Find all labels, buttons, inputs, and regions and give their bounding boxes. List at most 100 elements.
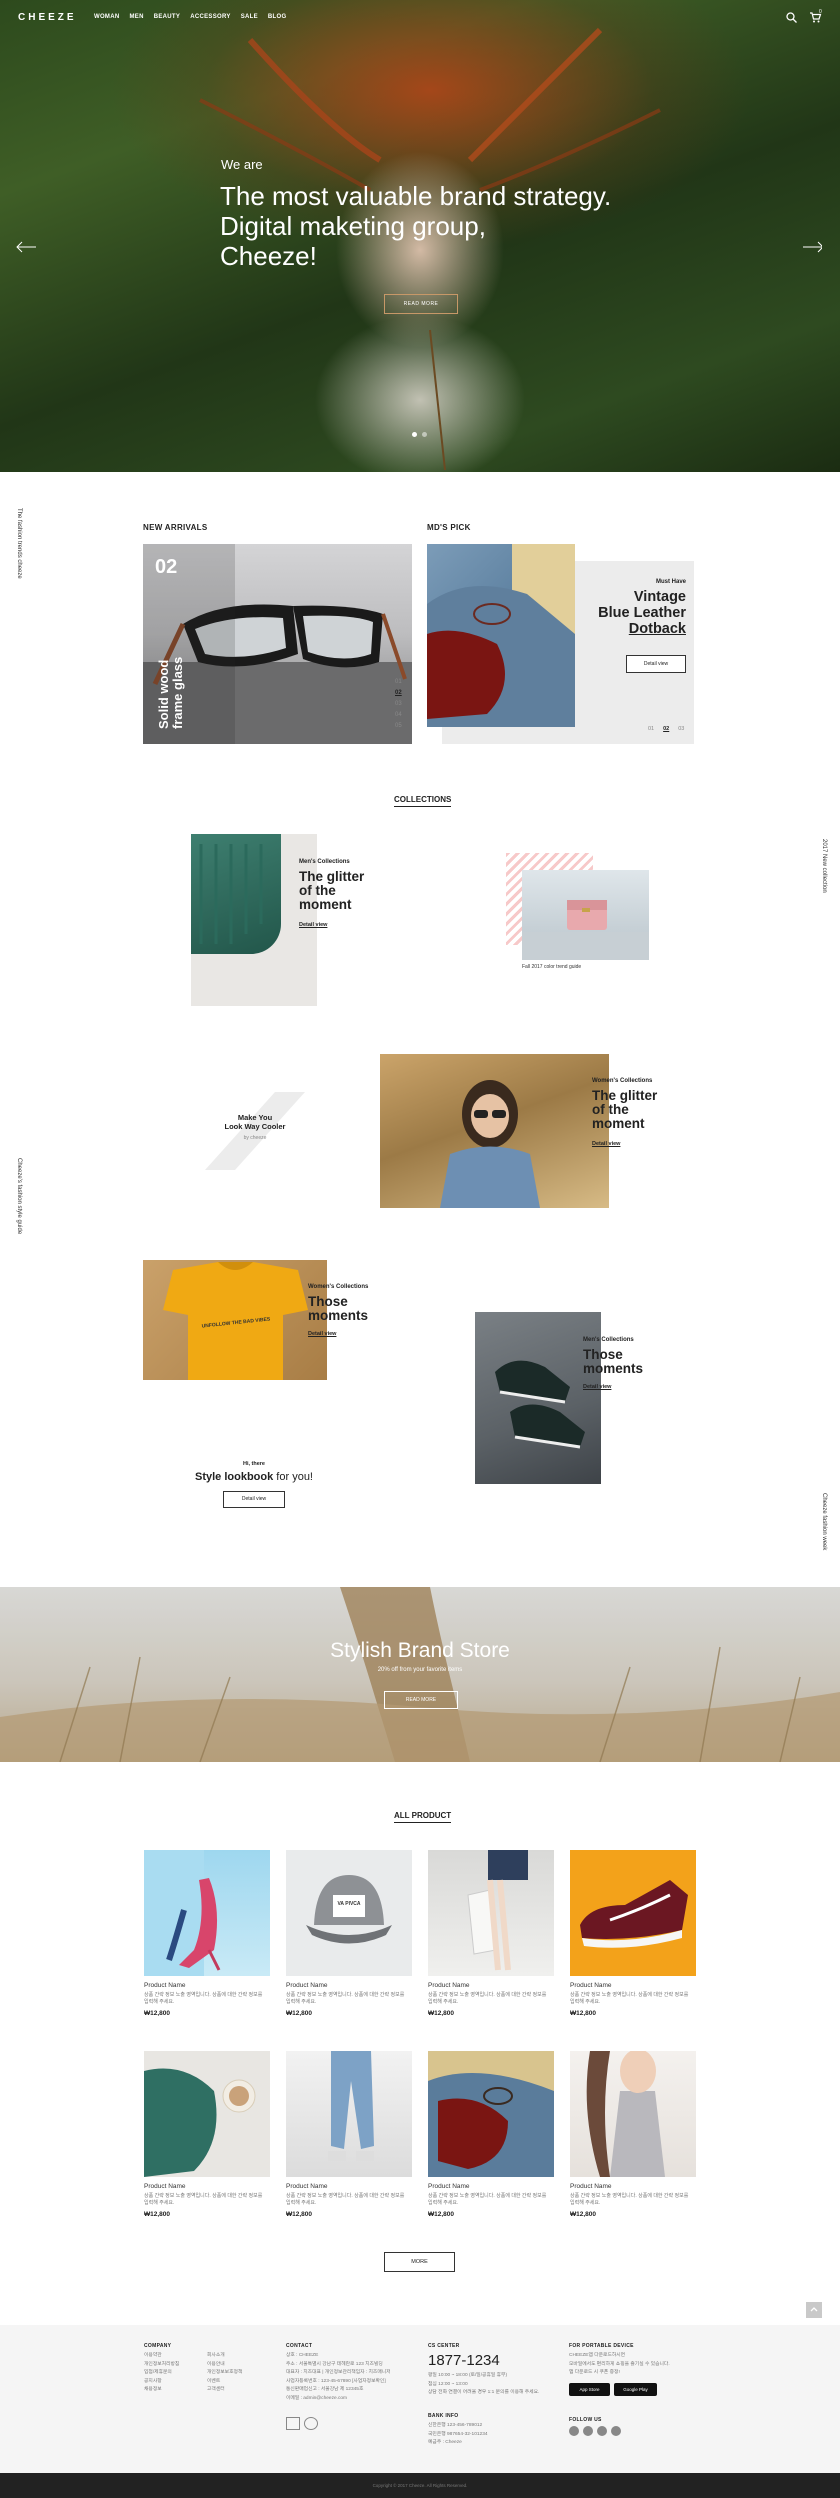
product-card[interactable]: Product Name 상품 간략 정보 노출 영역입니다. 상품에 대한 간… [144,1850,270,2017]
footer-link[interactable]: 채용정보 [144,2386,179,2395]
knit-sweater-image[interactable] [191,834,281,954]
footer-link[interactable]: 이용안내 [207,2361,242,2370]
banner-read-more-button[interactable]: READ MORE [384,1691,458,1709]
footer-company-links-1: 이용약관 개인정보처리방침 입점/제휴문의 공지사항 채용정보 [144,2352,179,2395]
mds-pick-image[interactable] [427,544,575,727]
tanktop-image [570,2049,696,2177]
product-card[interactable]: Product Name 상품 간략 정보 노출 영역입니다. 상품에 대한 간… [428,1850,554,2017]
product-name: Product Name [144,1982,186,1989]
title-line: of the [592,1102,629,1117]
footer-portable-heading: FOR PORTABLE DEVICE [569,2343,634,2349]
detail-view-link[interactable]: Detail view [299,922,364,928]
footer-link[interactable]: 입점/제휴문의 [144,2369,179,2378]
hero-title-line: Digital maketing group, [220,211,486,241]
product-card[interactable]: Product Name 상품 간략 정보 노출 영역입니다. 상품에 대한 간… [286,2051,412,2218]
lookbook-detail-button[interactable]: Detail view [223,1491,285,1508]
bank-line: 예금주 : Cheeze [428,2440,462,2445]
hero-title-line: The most valuable brand strategy. [220,181,612,211]
contact-line: 이메일 : admin@cheeze.com [286,2395,348,2401]
woman-field-image[interactable] [380,1054,609,1208]
product-card[interactable]: Product Name 상품 간략 정보 노출 영역입니다. 상품에 대한 간… [570,2049,696,2218]
woman-photo [440,1080,540,1208]
scroll-top-button[interactable] [806,2302,822,2318]
hero-section: CHEEZE WOMAN MEN BEAUTY ACCESSORY SALE B… [0,0,840,472]
detail-view-link[interactable]: Detail view [592,1141,657,1147]
product-card[interactable]: Product Name 상품 간략 정보 노출 영역입니다. 상품에 대한 간… [144,2051,270,2218]
hero-read-more-button[interactable]: READ MORE [384,294,458,314]
product-card[interactable]: VA PIVCA Product Name 상품 간략 정보 노출 영역입니다.… [286,1850,412,2017]
more-button[interactable]: MORE [384,2252,455,2272]
footer: COMPANY 이용약관 개인정보처리방침 입점/제휴문의 공지사항 채용정보 … [0,2325,840,2473]
footer-link[interactable]: 개인정보처리방침 [144,2361,179,2370]
youtube-icon[interactable] [611,2426,621,2436]
footer-link[interactable]: 공지사항 [144,2378,179,2387]
nav-item-beauty[interactable]: BEAUTY [154,14,180,20]
nav-item-men[interactable]: MEN [130,14,144,20]
nav-item-sale[interactable]: SALE [241,14,258,20]
pager-item[interactable]: 03 [395,699,402,710]
portable-line: CHEEZE앱 다운로드하시면 [569,2353,626,2358]
mds-pick-pager: 01 02 03 [648,726,684,732]
security-badge-icon[interactable] [304,2417,318,2430]
collection-tag: Men's Collections [583,1337,634,1343]
arrow-right-icon[interactable] [802,240,822,254]
product-desc: 상품 간략 정보 노출 영역입니다. 상품에 대한 간략 정보를 입력해 주세요… [144,2193,263,2206]
product-card[interactable]: Product Name 상품 간략 정보 노출 영역입니다. 상품에 대한 간… [428,2051,554,2218]
pager-item[interactable]: 02 [395,688,402,699]
hero-dot[interactable] [422,432,427,437]
nav-item-accessory[interactable]: ACCESSORY [190,14,230,20]
footer-link[interactable]: 개인정보보호정책 [207,2369,242,2378]
hero-title-line: Cheeze! [220,241,317,271]
pager-item[interactable]: 04 [395,710,402,721]
product-name: Product Name [428,1982,470,1989]
product-card[interactable]: Product Name 상품 간략 정보 노출 영역입니다. 상품에 대한 간… [570,1850,696,2017]
product-desc: 상품 간략 정보 노출 영역입니다. 상품에 대한 간략 정보를 입력해 주세요… [570,1992,689,2005]
new-arrivals-image[interactable]: 02 Solid wood frame glass [143,544,412,744]
collection-title: The glitter of the moment [592,1089,657,1131]
nav-item-woman[interactable]: WOMAN [94,14,120,20]
certificate-badge-icon[interactable] [286,2417,300,2430]
facebook-icon[interactable] [569,2426,579,2436]
product-price: ₩12,800 [428,2211,455,2218]
product-desc: 상품 간략 정보 노출 영역입니다. 상품에 대한 간략 정보를 입력해 주세요… [570,2193,689,2206]
app-store-button[interactable]: App Store [569,2383,610,2396]
lookbook-pre: Hi, there [242,1461,265,1467]
cs-info: 평일 10:00 ~ 18:00 (토/일/공휴일 휴무) 점심 12:00 ~… [428,2372,553,2398]
footer-link[interactable]: 고객센터 [207,2386,242,2395]
collection-men-2: Men's Collections Those moments Detail v… [583,1337,643,1390]
search-icon[interactable] [786,12,797,23]
tshirt-image[interactable]: UNFOLLOW THE BAD VIBES [143,1260,327,1380]
collection-women-2: Women's Collections Those moments Detail… [308,1284,368,1337]
title-line: moment [299,897,352,912]
product-desc: 상품 간략 정보 노출 영역입니다. 상품에 대한 간략 정보를 입력해 주세요… [286,2193,405,2206]
logo[interactable]: CHEEZE [18,12,77,23]
pager-item[interactable]: 05 [395,721,402,732]
lookbook-title: Style lookbook for you! [181,1471,327,1483]
side-text-left: Cheeze's fashion style guide [16,1158,22,1235]
pager-item[interactable]: 01 [648,726,654,732]
pager-item[interactable]: 02 [663,726,669,732]
mds-pick-detail-button[interactable]: Detail view [626,655,686,673]
nav-item-blog[interactable]: BLOG [268,14,287,20]
detail-view-link[interactable]: Detail view [308,1331,368,1337]
google-play-button[interactable]: Google Play [614,2383,657,2396]
hero-dot[interactable] [412,432,417,437]
title-line: Vintage [633,589,686,605]
portable-desc: CHEEZE앱 다운로드하시면 모바일에서도 편리하게 쇼핑을 즐기실 수 있습… [569,2352,699,2378]
title-line: Those [308,1294,348,1309]
bag-image[interactable] [522,870,649,960]
twitter-icon[interactable] [583,2426,593,2436]
bank-line: 신한은행 123-456-789012 [428,2423,483,2428]
footer-link[interactable]: 이용약관 [144,2352,179,2361]
title-line: of the [299,883,336,898]
pager-item[interactable]: 03 [678,726,684,732]
new-arrivals-heading: NEW ARRIVALS [143,523,208,532]
footer-link[interactable]: 회사소개 [207,2352,242,2361]
instagram-icon[interactable] [597,2426,607,2436]
tanktop-photo [586,2049,665,2177]
detail-view-link[interactable]: Detail view [583,1384,643,1390]
arrow-left-icon[interactable] [16,240,36,254]
pager-item[interactable]: 01 [395,677,402,688]
footer-link[interactable]: 이벤트 [207,2378,242,2387]
product-name: Product Name [144,2183,186,2190]
